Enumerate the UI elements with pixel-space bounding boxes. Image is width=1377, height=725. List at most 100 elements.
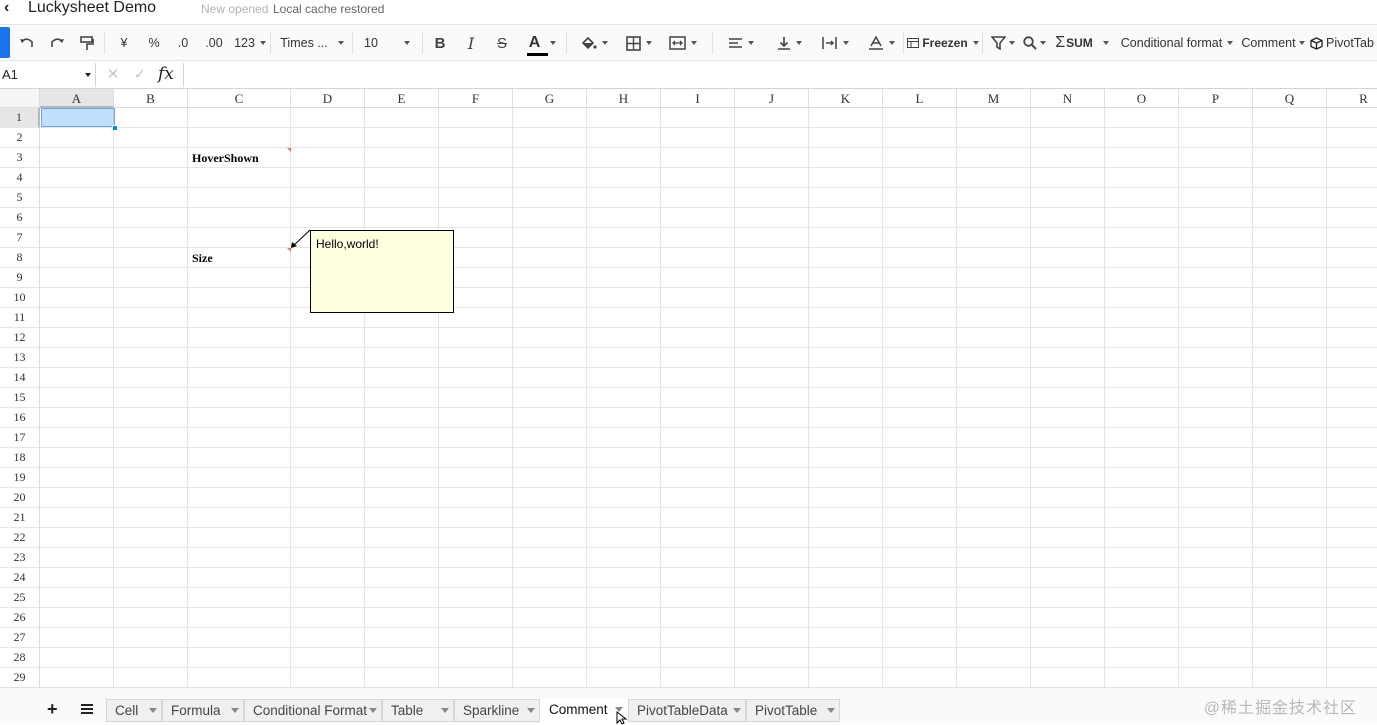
- sheet-tab-formula[interactable]: Formula: [162, 699, 244, 722]
- column-header-j[interactable]: J: [735, 89, 809, 108]
- sheet-tab-comment[interactable]: Comment: [540, 698, 628, 723]
- row-header-15[interactable]: 15: [0, 388, 40, 408]
- column-header-h[interactable]: H: [587, 89, 661, 108]
- row-header-14[interactable]: 14: [0, 368, 40, 388]
- number-format-dropdown[interactable]: 123: [232, 25, 268, 61]
- sum-dropdown[interactable]: Σ SUM: [1052, 25, 1112, 61]
- row-header-3[interactable]: 3: [0, 148, 40, 168]
- column-header-l[interactable]: L: [883, 89, 957, 108]
- row-header-8[interactable]: 8: [0, 248, 40, 268]
- row-header-9[interactable]: 9: [0, 268, 40, 288]
- column-header-r[interactable]: R: [1327, 89, 1377, 108]
- column-header-m[interactable]: M: [957, 89, 1031, 108]
- column-header-e[interactable]: E: [365, 89, 439, 108]
- strikethrough-button[interactable]: S: [492, 25, 512, 61]
- column-header-d[interactable]: D: [291, 89, 365, 108]
- chevron-down-icon[interactable]: [441, 708, 449, 713]
- column-header-b[interactable]: B: [114, 89, 188, 108]
- sheet-tab-pivottable[interactable]: PivotTable: [746, 699, 840, 722]
- sheet-tab-table[interactable]: Table: [382, 699, 454, 722]
- sheet-tab-conditional-format[interactable]: Conditional Format: [244, 699, 382, 722]
- sheet-tab-pivottabledata[interactable]: PivotTableData: [628, 699, 746, 722]
- text-wrap-button[interactable]: [816, 25, 854, 61]
- cell-area[interactable]: [40, 108, 1377, 687]
- cancel-icon[interactable]: ✕: [104, 66, 122, 84]
- freeze-dropdown[interactable]: Freezen: [906, 25, 980, 61]
- horizontal-align-button[interactable]: [722, 25, 760, 61]
- row-header-21[interactable]: 21: [0, 508, 40, 528]
- selected-cell-a1[interactable]: [41, 108, 115, 127]
- cell-c8[interactable]: Size: [192, 251, 213, 266]
- row-header-28[interactable]: 28: [0, 648, 40, 668]
- merge-cells-button[interactable]: [664, 25, 702, 61]
- format-painter-button[interactable]: [76, 25, 98, 61]
- row-header-10[interactable]: 10: [0, 288, 40, 308]
- row-header-26[interactable]: 26: [0, 608, 40, 628]
- select-all-corner[interactable]: [0, 89, 40, 108]
- filter-button[interactable]: [988, 25, 1018, 61]
- undo-button[interactable]: [16, 25, 38, 61]
- bold-button[interactable]: B: [430, 25, 450, 61]
- column-header-f[interactable]: F: [439, 89, 513, 108]
- comment-popup[interactable]: Hello,world!: [310, 230, 454, 313]
- row-header-2[interactable]: 2: [0, 128, 40, 148]
- back-arrow-icon[interactable]: ‹: [4, 0, 18, 18]
- fill-handle[interactable]: [112, 125, 118, 131]
- vertical-align-button[interactable]: [770, 25, 808, 61]
- italic-button[interactable]: I: [461, 25, 481, 61]
- row-header-18[interactable]: 18: [0, 448, 40, 468]
- row-header-27[interactable]: 27: [0, 628, 40, 648]
- row-header-16[interactable]: 16: [0, 408, 40, 428]
- sheet-list-menu-icon[interactable]: [81, 704, 93, 714]
- row-header-20[interactable]: 20: [0, 488, 40, 508]
- column-header-i[interactable]: I: [661, 89, 735, 108]
- column-header-o[interactable]: O: [1105, 89, 1179, 108]
- redo-button[interactable]: [46, 25, 68, 61]
- cell-c3[interactable]: HoverShown: [192, 151, 259, 166]
- column-header-n[interactable]: N: [1031, 89, 1105, 108]
- column-header-p[interactable]: P: [1179, 89, 1253, 108]
- increase-decimal-button[interactable]: .00: [200, 25, 228, 61]
- column-header-g[interactable]: G: [513, 89, 587, 108]
- column-header-k[interactable]: K: [809, 89, 883, 108]
- row-header-11[interactable]: 11: [0, 308, 40, 328]
- chevron-down-icon[interactable]: [827, 708, 835, 713]
- sheet-tab-cell[interactable]: Cell: [106, 699, 162, 722]
- chevron-down-icon[interactable]: [733, 708, 741, 713]
- row-header-7[interactable]: 7: [0, 228, 40, 248]
- chevron-down-icon[interactable]: [149, 708, 157, 713]
- border-button[interactable]: [620, 25, 658, 61]
- row-header-25[interactable]: 25: [0, 588, 40, 608]
- chevron-down-icon[interactable]: [369, 708, 377, 713]
- row-header-23[interactable]: 23: [0, 548, 40, 568]
- text-rotate-button[interactable]: [862, 25, 900, 61]
- column-header-q[interactable]: Q: [1253, 89, 1327, 108]
- row-header-1[interactable]: 1: [0, 108, 40, 128]
- find-button[interactable]: [1020, 25, 1048, 61]
- row-header-6[interactable]: 6: [0, 208, 40, 228]
- text-color-button[interactable]: A: [521, 25, 559, 61]
- formula-input[interactable]: [183, 63, 1377, 87]
- row-header-5[interactable]: 5: [0, 188, 40, 208]
- percent-format-button[interactable]: %: [144, 25, 164, 61]
- column-header-a[interactable]: A: [40, 89, 114, 108]
- column-header-c[interactable]: C: [188, 89, 291, 108]
- font-size-dropdown[interactable]: 10: [358, 25, 416, 61]
- comment-dropdown[interactable]: Comment: [1238, 25, 1308, 61]
- add-sheet-button[interactable]: +: [47, 700, 58, 718]
- row-header-22[interactable]: 22: [0, 528, 40, 548]
- row-header-4[interactable]: 4: [0, 168, 40, 188]
- conditional-format-dropdown[interactable]: Conditional format: [1116, 25, 1238, 61]
- function-icon[interactable]: fx: [158, 64, 174, 84]
- font-family-dropdown[interactable]: Times ...: [276, 25, 348, 61]
- sheet-tab-sparkline[interactable]: Sparkline: [454, 699, 540, 722]
- decrease-decimal-button[interactable]: .0: [172, 25, 194, 61]
- row-header-12[interactable]: 12: [0, 328, 40, 348]
- chevron-down-icon[interactable]: [231, 708, 239, 713]
- currency-format-button[interactable]: ¥: [114, 25, 134, 61]
- row-header-19[interactable]: 19: [0, 468, 40, 488]
- confirm-icon[interactable]: ✓: [131, 66, 149, 84]
- row-header-24[interactable]: 24: [0, 568, 40, 588]
- fill-color-button[interactable]: [576, 25, 612, 61]
- row-header-29[interactable]: 29: [0, 668, 40, 687]
